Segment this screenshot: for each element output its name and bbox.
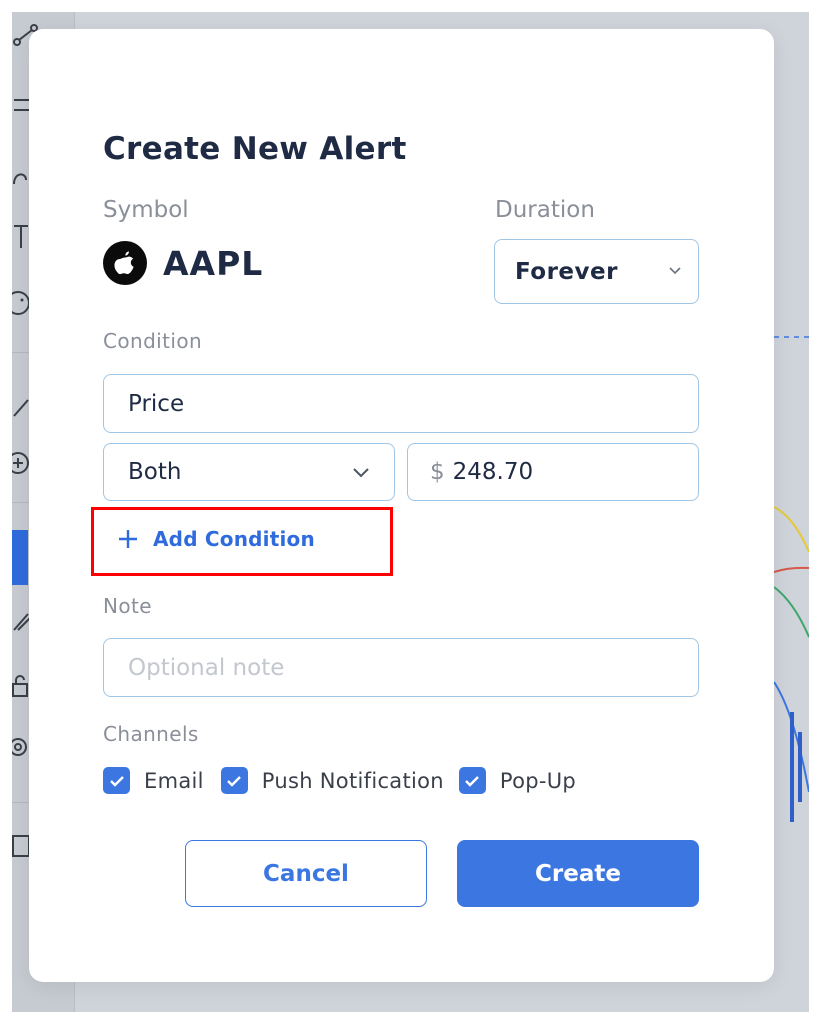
- create-alert-dialog: Create New Alert Symbol AAPL Duration Fo…: [29, 29, 774, 982]
- channel-push-label: Push Notification: [261, 768, 444, 793]
- check-icon[interactable]: [458, 767, 486, 794]
- channel-email[interactable]: Email: [103, 767, 204, 794]
- channel-email-label: Email: [144, 768, 204, 793]
- duration-value: Forever: [515, 258, 618, 285]
- note-input[interactable]: Optional note: [103, 638, 699, 697]
- condition-source-select[interactable]: Price: [103, 374, 699, 433]
- symbol-label: Symbol: [103, 197, 189, 223]
- duration-label: Duration: [495, 197, 595, 223]
- condition-source-value: Price: [128, 390, 185, 417]
- symbol-value: AAPL: [163, 243, 264, 283]
- channel-popup-label: Pop-Up: [499, 768, 577, 793]
- create-button[interactable]: Create: [457, 840, 699, 907]
- highlight-box: [91, 507, 393, 576]
- note-label: Note: [103, 594, 152, 618]
- chevron-down-icon: [669, 267, 681, 275]
- channels-label: Channels: [103, 722, 199, 746]
- apple-logo-icon: [103, 241, 147, 285]
- price-input[interactable]: $ 248.70: [407, 443, 699, 501]
- check-icon[interactable]: [220, 767, 248, 794]
- price-value: 248.70: [452, 459, 534, 485]
- duration-select[interactable]: Forever: [494, 239, 699, 304]
- note-placeholder: Optional note: [128, 654, 285, 681]
- magnet-tool-icon[interactable]: [12, 530, 28, 585]
- check-icon[interactable]: [103, 767, 130, 794]
- channels-list: Email Push Notification Pop-Up: [103, 767, 576, 794]
- symbol-display: AAPL: [103, 241, 263, 285]
- condition-operator-select[interactable]: Both: [103, 443, 395, 501]
- currency-symbol: $: [430, 459, 445, 485]
- chevron-down-icon: [353, 468, 369, 478]
- condition-operator-value: Both: [128, 459, 182, 485]
- cancel-button[interactable]: Cancel: [185, 840, 427, 907]
- dialog-title: Create New Alert: [103, 131, 407, 167]
- channel-popup[interactable]: Pop-Up: [458, 767, 577, 794]
- channel-push[interactable]: Push Notification: [220, 767, 444, 794]
- condition-label: Condition: [103, 329, 203, 353]
